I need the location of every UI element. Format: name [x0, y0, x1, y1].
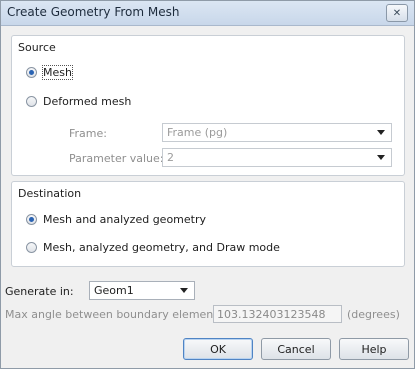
max-angle-label: Max angle between boundary elements: — [5, 308, 228, 321]
generate-in-select-value: Geom1 — [94, 284, 134, 297]
help-button[interactable]: Help — [339, 338, 409, 360]
radio-mesh-analyzed-geometry-draw-mode[interactable]: Mesh, analyzed geometry, and Draw mode — [26, 241, 280, 254]
parameter-value-label: Parameter value: — [69, 152, 164, 165]
radio-mesh-analyzed-geometry-draw-mode-label: Mesh, analyzed geometry, and Draw mode — [43, 241, 280, 254]
radio-deformed-mesh-label: Deformed mesh — [43, 95, 132, 108]
generate-in-label: Generate in: — [5, 285, 74, 298]
radio-mesh[interactable]: Mesh — [26, 65, 73, 80]
radio-mesh-indicator — [26, 67, 37, 78]
max-angle-field: 103.132403123548 — [213, 305, 342, 323]
parameter-value-select[interactable]: 2 — [162, 148, 392, 167]
help-button-label: Help — [361, 342, 387, 356]
radio-deformed-mesh-indicator — [26, 96, 37, 107]
ok-button-label: OK — [210, 342, 226, 356]
destination-group: Destination Mesh and analyzed geometry M… — [11, 181, 405, 267]
radio-mesh-label: Mesh — [42, 65, 73, 80]
close-button[interactable]: ✕ — [386, 4, 408, 22]
max-angle-unit: (degrees) — [347, 308, 400, 321]
frame-select[interactable]: Frame (pg) — [162, 123, 392, 142]
source-group: Source Mesh Deformed mesh Frame: Frame (… — [11, 35, 405, 176]
dialog-window: Create Geometry From Mesh ✕ Source Mesh … — [0, 0, 415, 369]
title-bar[interactable]: Create Geometry From Mesh ✕ — [1, 1, 414, 26]
cancel-button-label: Cancel — [277, 342, 315, 356]
radio-mesh-and-analyzed-geometry-label: Mesh and analyzed geometry — [43, 213, 206, 226]
radio-deformed-mesh[interactable]: Deformed mesh — [26, 95, 131, 108]
parameter-value-select-value: 2 — [167, 151, 174, 164]
chevron-down-icon — [377, 130, 385, 135]
chevron-down-icon — [180, 288, 188, 293]
destination-group-label: Destination — [18, 187, 82, 200]
ok-button[interactable]: OK — [183, 338, 253, 360]
radio-mesh-and-analyzed-geometry-indicator — [26, 214, 37, 225]
dialog-title: Create Geometry From Mesh — [7, 5, 180, 19]
radio-mesh-analyzed-geometry-draw-mode-indicator — [26, 242, 37, 253]
generate-in-select[interactable]: Geom1 — [89, 281, 195, 300]
source-group-label: Source — [18, 41, 56, 54]
close-icon: ✕ — [392, 7, 402, 19]
max-angle-value: 103.132403123548 — [217, 308, 326, 321]
chevron-down-icon — [377, 155, 385, 160]
frame-label: Frame: — [69, 127, 107, 140]
radio-mesh-and-analyzed-geometry[interactable]: Mesh and analyzed geometry — [26, 213, 206, 226]
frame-select-value: Frame (pg) — [167, 126, 228, 139]
cancel-button[interactable]: Cancel — [261, 338, 331, 360]
